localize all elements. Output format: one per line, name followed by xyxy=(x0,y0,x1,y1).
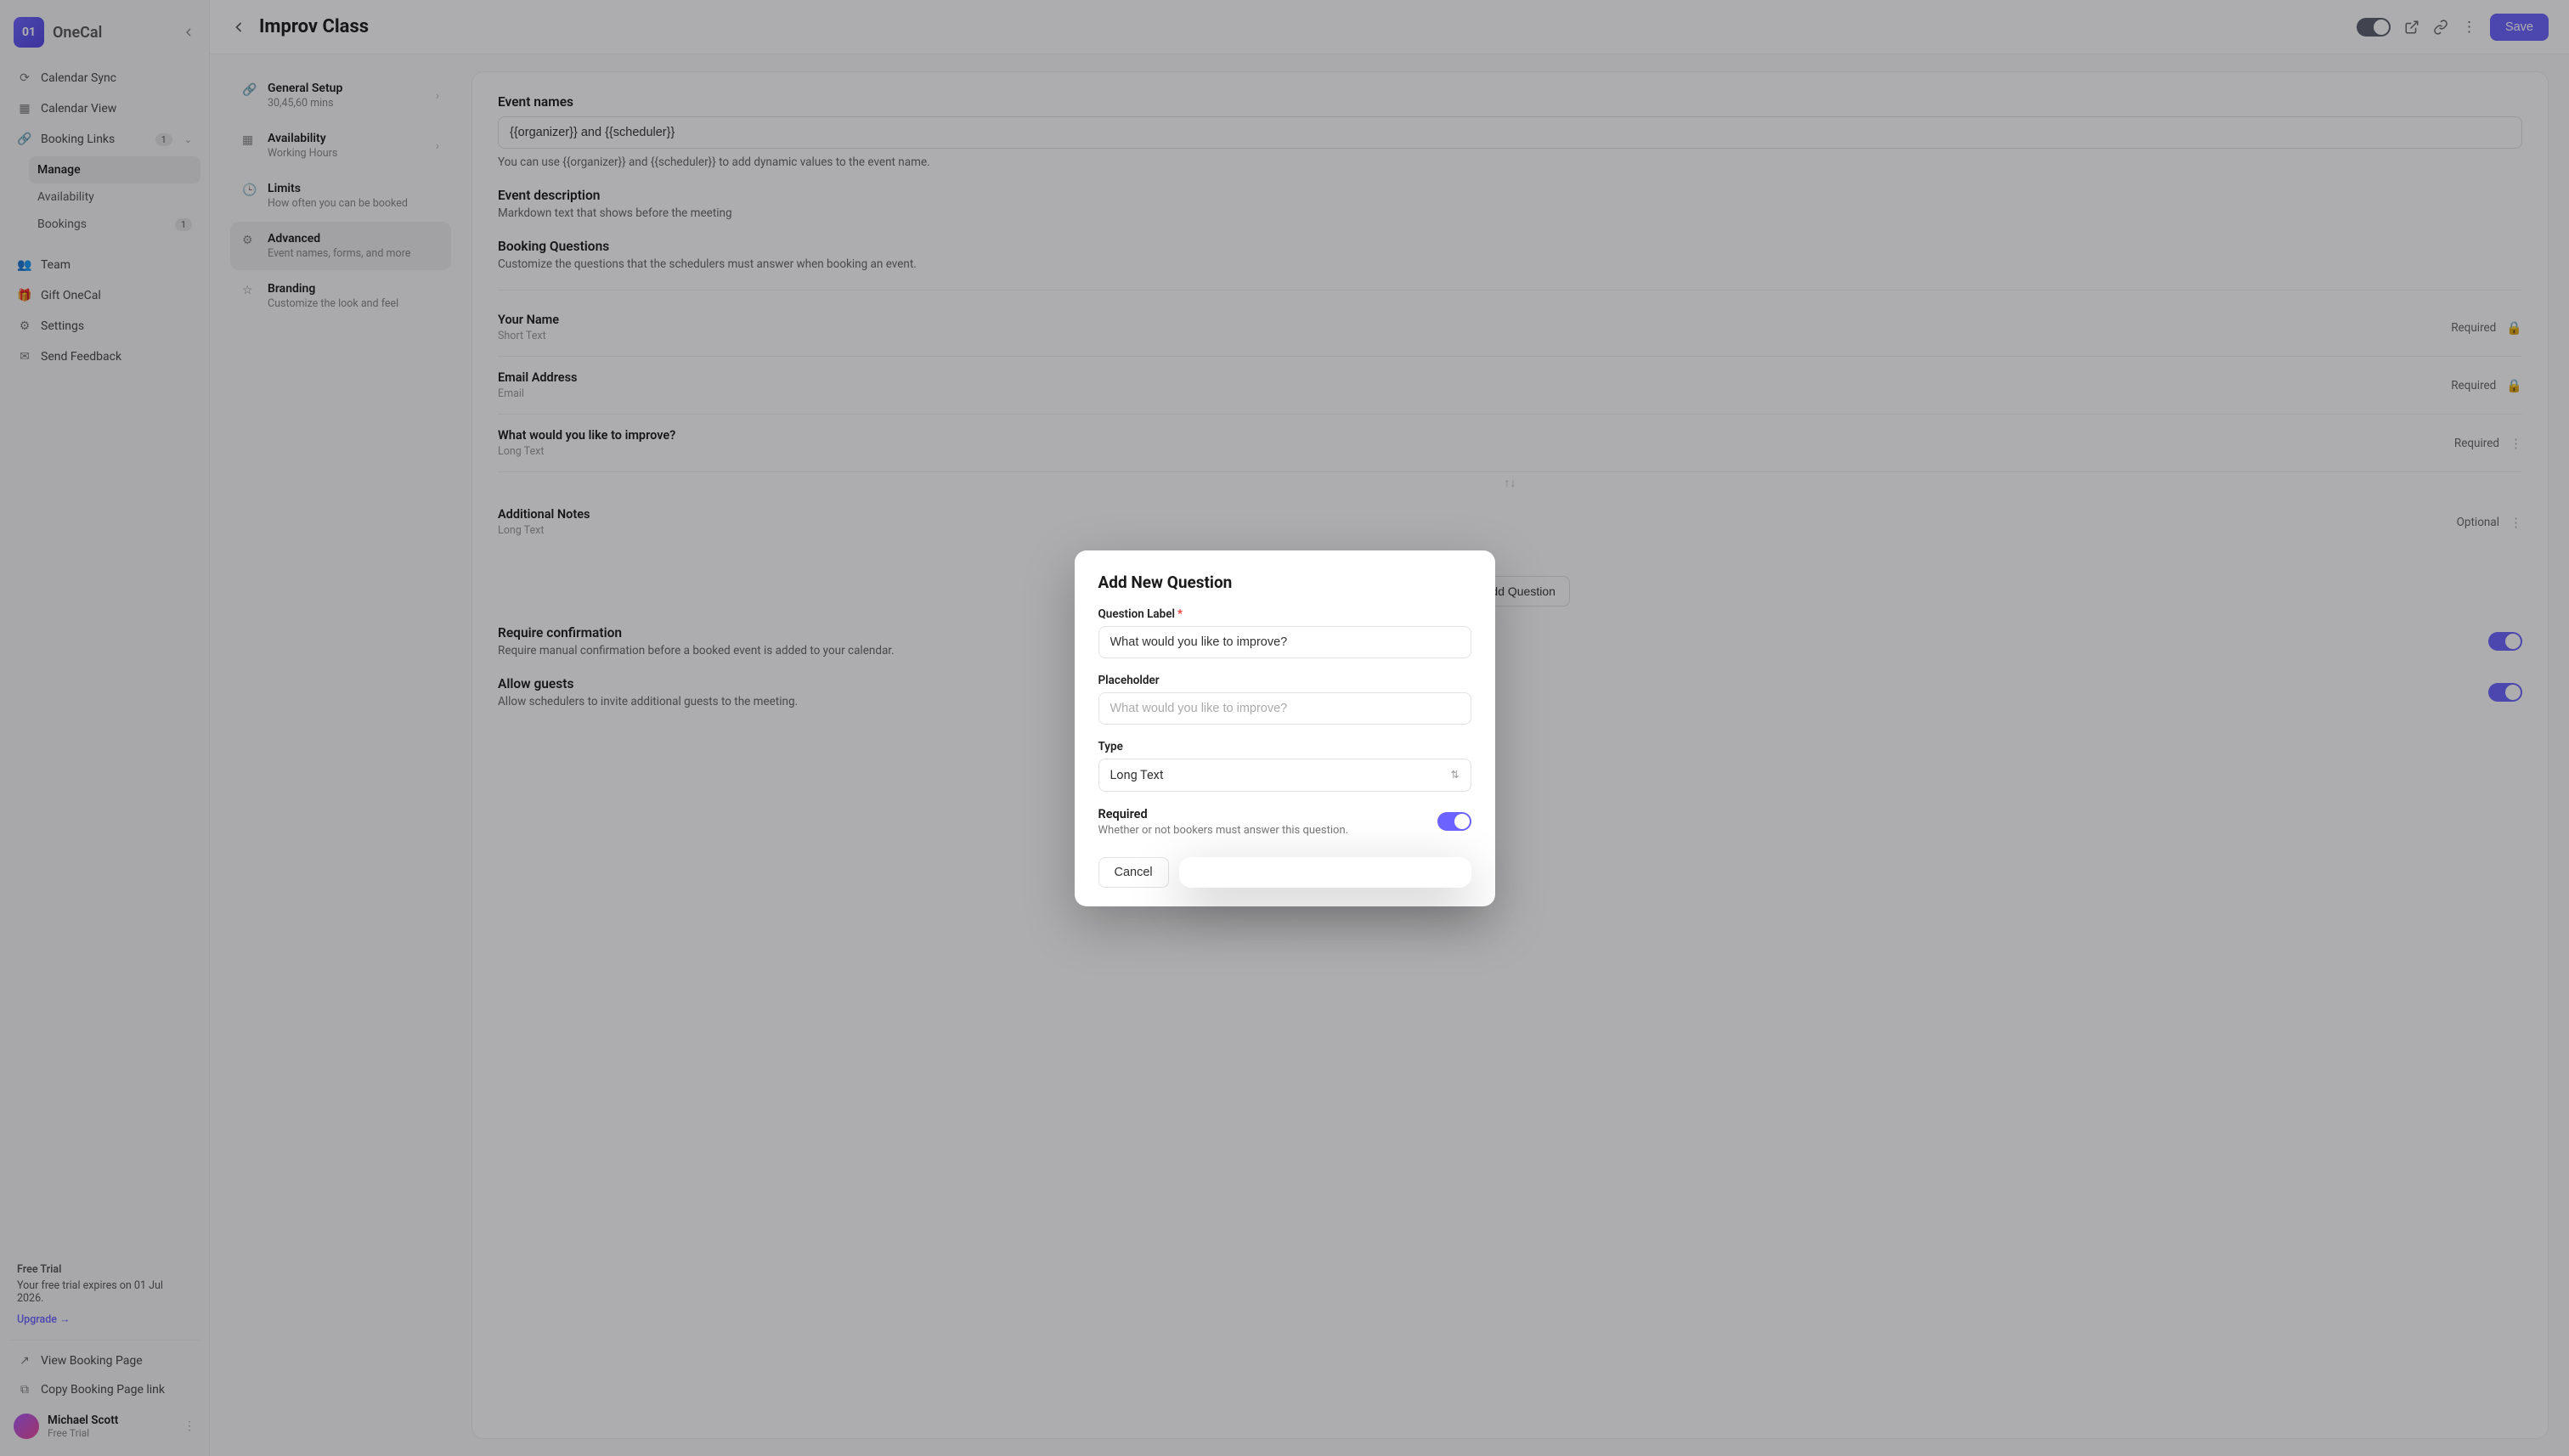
select-value: Long Text xyxy=(1110,768,1164,782)
question-placeholder-input[interactable] xyxy=(1098,692,1471,725)
add-question-modal: Add New Question Question Label* Placeho… xyxy=(1075,550,1495,906)
required-title: Required xyxy=(1098,807,1424,821)
modal-overlay[interactable]: Add New Question Question Label* Placeho… xyxy=(0,0,2569,1456)
modal-field-placeholder: Placeholder xyxy=(1098,674,1471,725)
required-toggle[interactable] xyxy=(1437,812,1471,831)
chevron-updown-icon: ⇅ xyxy=(1450,769,1459,781)
modal-actions: Cancel Save xyxy=(1098,857,1471,888)
cancel-button[interactable]: Cancel xyxy=(1098,857,1169,888)
question-label-input[interactable] xyxy=(1098,626,1471,658)
modal-title: Add New Question xyxy=(1098,573,1471,592)
modal-field-label: Question Label* xyxy=(1098,607,1471,658)
modal-field-type: Type Long Text ⇅ xyxy=(1098,740,1471,792)
field-label: Placeholder xyxy=(1098,674,1471,687)
modal-save-button[interactable]: Save xyxy=(1179,857,1471,888)
modal-required-row: Required Whether or not bookers must ans… xyxy=(1098,807,1471,837)
field-label: Type xyxy=(1098,740,1471,753)
required-sub: Whether or not bookers must answer this … xyxy=(1098,824,1424,837)
field-label: Question Label* xyxy=(1098,607,1471,621)
question-type-select[interactable]: Long Text ⇅ xyxy=(1098,759,1471,792)
